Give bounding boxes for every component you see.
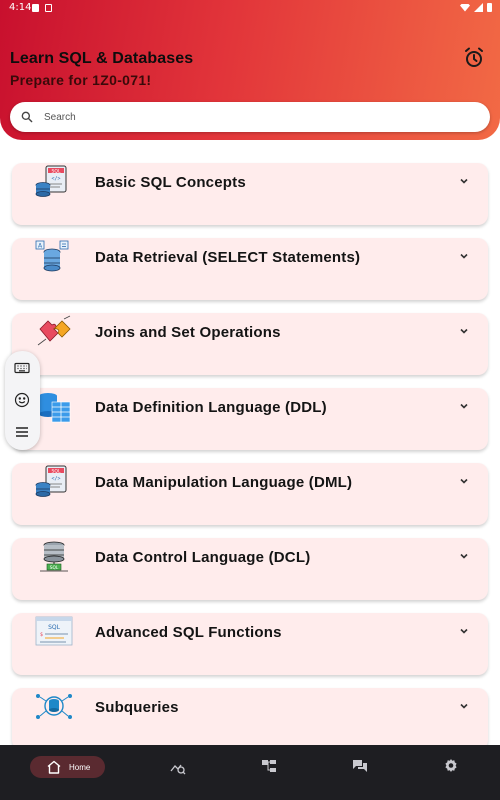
chart-search-icon	[170, 764, 186, 775]
chat-icon	[353, 760, 367, 772]
nav-chat[interactable]	[352, 758, 368, 780]
topic-title: Subqueries	[95, 699, 179, 716]
emoji-icon[interactable]	[13, 391, 31, 409]
nav-settings[interactable]	[443, 758, 459, 780]
topic-card-subqueries[interactable]: Subqueries	[12, 688, 488, 750]
topic-title: Data Control Language (DCL)	[95, 549, 311, 566]
chevron-down-icon[interactable]	[458, 700, 470, 712]
nav-home-label: Home	[69, 762, 91, 772]
topic-title: Advanced SQL Functions	[95, 624, 282, 641]
svg-text:</>: </>	[51, 176, 60, 182]
search-icon	[21, 111, 33, 123]
keyboard-icon[interactable]	[13, 359, 31, 377]
topic-card-basic-sql[interactable]: SQL </> Basic SQL Concepts	[12, 163, 488, 225]
svg-text:$: $	[40, 632, 43, 638]
topic-title: Data Retrieval (SELECT Statements)	[95, 249, 361, 266]
alarm-clock-icon	[465, 47, 483, 67]
settings-icon	[445, 759, 457, 772]
chevron-down-icon[interactable]	[458, 550, 470, 562]
chevron-down-icon[interactable]	[458, 475, 470, 487]
alarm-button[interactable]	[462, 46, 486, 70]
puzzle-join-icon	[37, 315, 71, 346]
search-bar[interactable]	[10, 102, 490, 132]
app-screen: 4:14 Learn SQL & Databases Prepare for 1…	[0, 0, 500, 800]
menu-icon[interactable]	[13, 423, 31, 441]
topic-card-joins[interactable]: Joins and Set Operations	[12, 313, 488, 375]
chevron-down-icon[interactable]	[458, 325, 470, 337]
database-retrieval-icon: A	[35, 240, 69, 272]
status-bar: 4:14	[0, 0, 500, 16]
chevron-down-icon[interactable]	[458, 175, 470, 187]
signal-icon	[474, 3, 483, 12]
bottom-nav: Home	[0, 745, 500, 800]
svg-text:SQL: SQL	[52, 468, 61, 474]
sql-document-icon: SQL </>	[35, 165, 67, 197]
floating-toolbar	[5, 351, 40, 450]
svg-text:</>: </>	[51, 476, 60, 482]
wifi-icon	[460, 3, 470, 12]
topic-card-advanced-functions[interactable]: SQL $ Advanced SQL Functions	[12, 613, 488, 675]
app-notification-icon	[45, 4, 52, 12]
nav-topics-tree[interactable]	[261, 758, 277, 780]
status-time: 4:14	[9, 2, 32, 13]
topic-card-ddl[interactable]: Data Definition Language (DDL)	[12, 388, 488, 450]
notification-icon	[32, 4, 39, 12]
nav-home[interactable]: Home	[30, 756, 105, 778]
chevron-down-icon[interactable]	[458, 400, 470, 412]
svg-text:SQL: SQL	[48, 624, 61, 631]
battery-icon	[487, 3, 492, 12]
nav-progress[interactable]	[170, 759, 186, 781]
chevron-down-icon[interactable]	[458, 625, 470, 637]
app-subtitle: Prepare for 1Z0-071!	[10, 72, 152, 88]
hierarchy-icon	[262, 760, 276, 772]
topic-title: Data Definition Language (DDL)	[95, 399, 327, 416]
app-header: 4:14 Learn SQL & Databases Prepare for 1…	[0, 0, 500, 140]
topic-title: Data Manipulation Language (DML)	[95, 474, 353, 491]
topic-card-data-retrieval[interactable]: A Data Retrieval (SELECT Statements)	[12, 238, 488, 300]
app-title: Learn SQL & Databases	[10, 50, 194, 67]
database-server-icon: SQL	[40, 541, 68, 572]
status-indicators	[460, 3, 492, 12]
chevron-down-icon[interactable]	[458, 250, 470, 262]
topic-card-dml[interactable]: SQL </> Data Manipulation Language (DML)	[12, 463, 488, 525]
sql-document-icon: SQL </>	[35, 465, 67, 497]
svg-text:SQL: SQL	[50, 565, 59, 571]
database-table-icon	[39, 393, 71, 423]
topic-title: Basic SQL Concepts	[95, 174, 246, 191]
database-network-icon	[36, 694, 72, 719]
svg-text:SQL: SQL	[52, 168, 61, 174]
topic-card-dcl[interactable]: SQL Data Control Language (DCL)	[12, 538, 488, 600]
home-icon	[47, 760, 61, 774]
sql-editor-icon: SQL $	[35, 616, 73, 646]
topic-title: Joins and Set Operations	[95, 324, 281, 341]
search-input[interactable]	[44, 111, 464, 123]
